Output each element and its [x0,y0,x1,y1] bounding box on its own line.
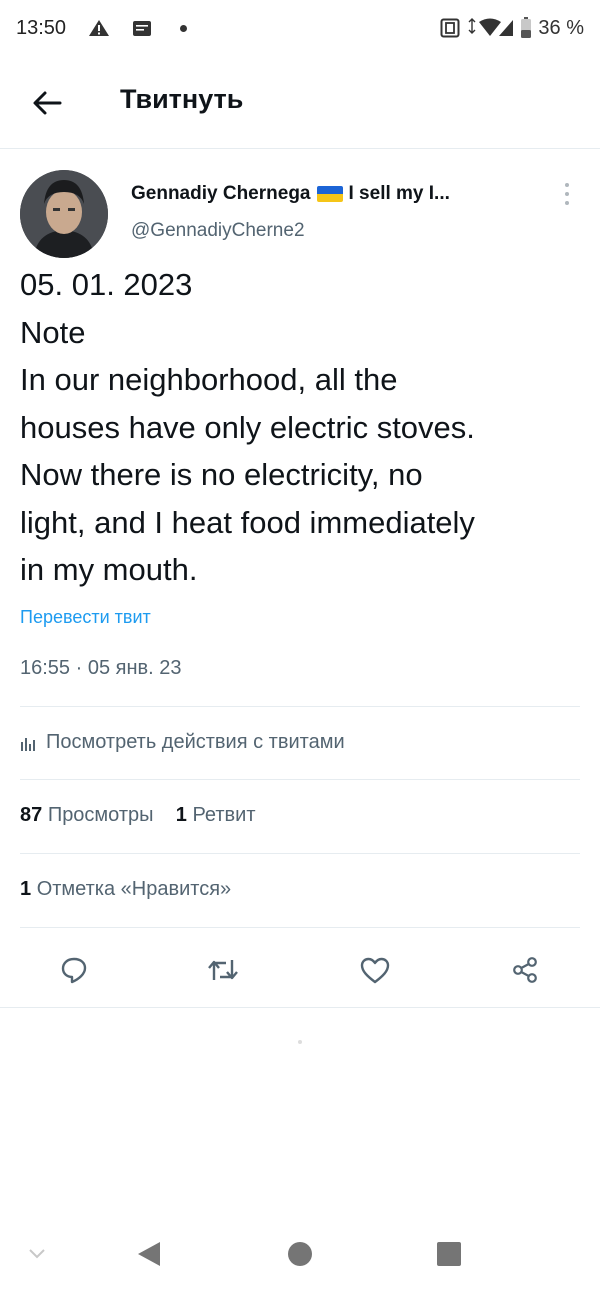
battery-icon [521,17,532,38]
status-time: 13:50 [16,17,67,39]
more-options-icon[interactable] [562,183,572,213]
battery-percent: 36 % [538,16,584,39]
nav-recents-icon[interactable] [436,1241,462,1267]
message-icon [132,20,152,42]
back-arrow-icon[interactable] [30,86,64,120]
divider [20,853,580,854]
author-handle[interactable]: @GennadiyCherne2 [131,220,305,242]
system-nav-bar [0,1220,600,1301]
tweet-line: in my mouth. [20,552,198,587]
page-title: Твитнуть [120,84,244,114]
ukraine-flag-icon [316,186,343,202]
author-name-row[interactable]: Gennadiy Chernega I sell my I... [131,183,450,205]
likes-label: Отметка «Нравится» [36,878,232,900]
nav-home-icon[interactable] [287,1241,313,1267]
tweet-line: In our neighborhood, all the [20,362,398,397]
tweet-stats: 87 Просмотры 1 Ретвит [20,804,256,827]
tweet-line: 05. 01. 2023 [20,267,193,302]
divider [0,1007,600,1008]
reply-button[interactable] [54,950,94,990]
author-bio-snippet: I sell my I... [348,183,450,204]
divider [20,927,580,928]
tweet-body: 05. 01. 2023 Note In our neighborhood, a… [20,261,585,594]
tweet-timestamp[interactable]: 16:55 · 05 янв. 23 [20,657,181,680]
wifi-icon [468,18,514,36]
nav-back-icon[interactable] [136,1240,162,1268]
divider [20,779,580,780]
warning-icon [88,19,110,42]
data-icon [440,18,460,38]
views-label: Просмотры [47,804,154,826]
analytics-label: Посмотреть действия с твитами [46,731,345,753]
tweet-line: Now there is no electricity, no [20,457,423,492]
translate-link[interactable]: Перевести твит [20,607,151,628]
notification-dot [180,25,187,32]
views-count: 87 [20,804,43,826]
divider [20,706,580,707]
loading-dot [298,1040,302,1044]
retweets-label: Ретвит [192,804,256,826]
likes-stat[interactable]: 1 Отметка «Нравится» [20,878,231,901]
like-button[interactable] [355,950,395,990]
retweet-icon [208,960,238,980]
heart-icon [360,957,390,984]
view-analytics-link[interactable]: Посмотреть действия с твитами [20,731,345,754]
reply-icon [61,957,87,984]
tweet-line: houses have only electric stoves. [20,409,475,445]
share-button[interactable] [505,950,545,990]
chevron-down-icon[interactable] [28,1248,46,1260]
analytics-icon [21,737,35,751]
tweet-line: light, and I heat food immediately [20,504,475,540]
status-bar: 13:50 36 % [0,0,600,56]
status-right: 36 % [440,16,584,40]
retweets-stat[interactable]: 1 Ретвит [176,804,256,826]
likes-count: 1 [20,878,32,900]
share-icon [513,957,537,983]
retweets-count: 1 [175,804,187,826]
avatar[interactable] [20,170,108,258]
header-divider [0,148,600,149]
tweet-line: Note [20,314,86,350]
author-name[interactable]: Gennadiy Chernega [131,183,311,205]
retweet-button[interactable] [203,950,243,990]
app-bar: Твитнуть [0,70,600,134]
